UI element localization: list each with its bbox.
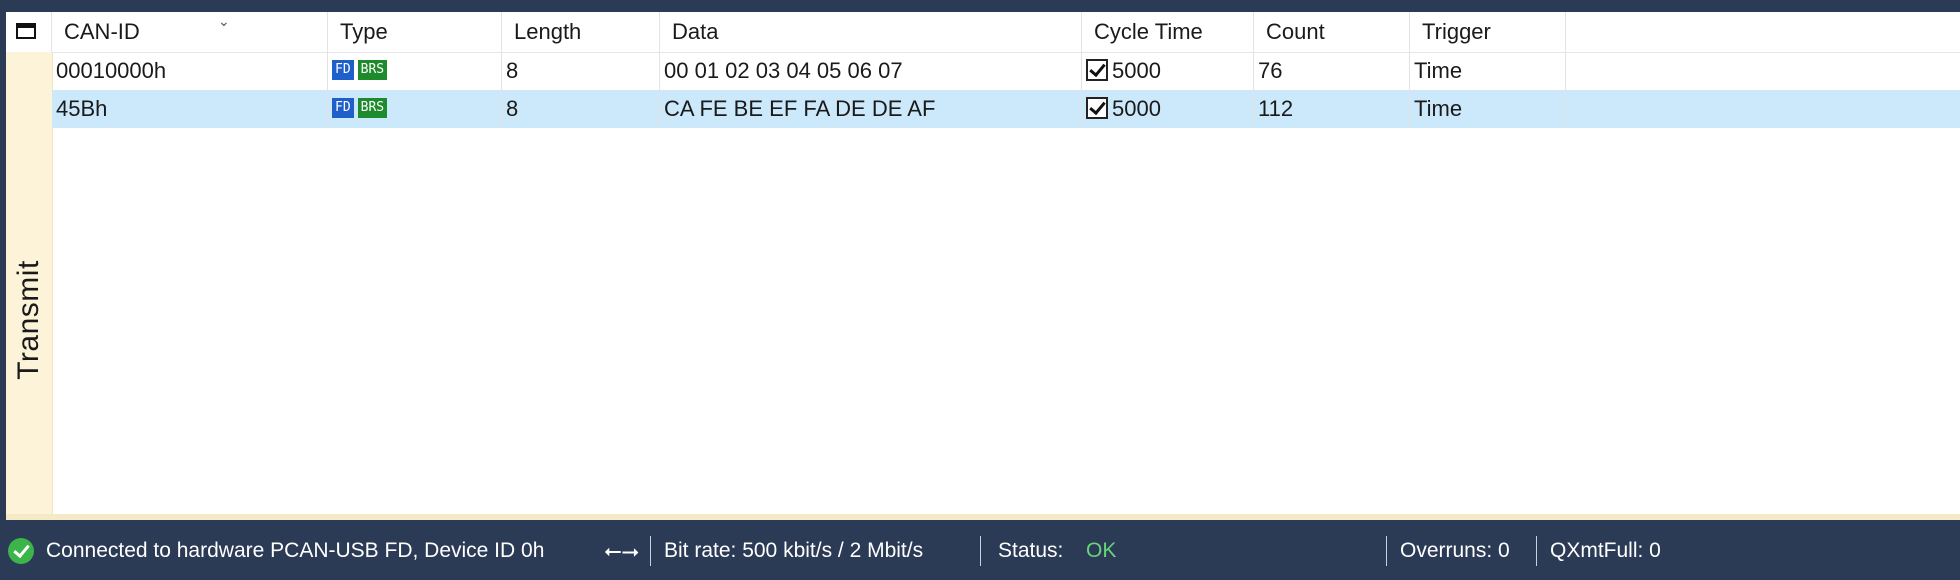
header-count-label: Count — [1266, 19, 1325, 44]
status-divider — [650, 536, 651, 566]
header-cycle-time-label: Cycle Time — [1094, 19, 1203, 44]
side-tab-label: Transmit — [12, 260, 45, 380]
cycle-time-value: 5000 — [1112, 58, 1161, 83]
status-divider — [980, 536, 981, 566]
connection-status: Connected to hardware PCAN-USB FD, Devic… — [46, 539, 545, 562]
cycle-time-value: 5000 — [1112, 96, 1161, 121]
status-value: OK — [1086, 539, 1117, 562]
cell-can-id: 45Bh — [52, 90, 328, 128]
cell-type: FD BRS — [328, 90, 502, 128]
header-length[interactable]: Length — [502, 12, 660, 52]
cell-length: 8 — [502, 90, 660, 128]
column-chooser-button[interactable] — [6, 12, 52, 52]
cell-can-id: 00010000h — [52, 52, 328, 90]
overruns-status: Overruns: 0 — [1400, 539, 1510, 562]
cell-count: 112 — [1254, 90, 1410, 128]
header-type[interactable]: Type — [328, 12, 502, 52]
status-bar: Connected to hardware PCAN-USB FD, Devic… — [0, 522, 1960, 580]
cell-trigger: Time — [1410, 52, 1566, 90]
cell-count: 76 — [1254, 52, 1410, 90]
bitrate-status: Bit rate: 500 kbit/s / 2 Mbit/s — [664, 539, 924, 562]
status-divider — [1386, 536, 1387, 566]
cell-type: FD BRS — [328, 52, 502, 90]
window-bottom-border — [6, 514, 1960, 520]
cell-trigger: Time — [1410, 90, 1566, 128]
header-can-id[interactable]: CAN-ID — [52, 12, 328, 52]
cell-cycle-time: 5000 — [1082, 90, 1254, 128]
window-icon — [16, 23, 36, 39]
transmit-side-tab[interactable]: Transmit — [6, 52, 53, 520]
status-divider — [1536, 536, 1537, 566]
top-strip — [0, 0, 1960, 12]
header-type-label: Type — [340, 19, 388, 44]
cell-data: CA FE BE EF FA DE DE AF — [660, 90, 1082, 128]
header-count[interactable]: Count — [1254, 12, 1410, 52]
cell-data: 00 01 02 03 04 05 06 07 — [660, 52, 1082, 90]
table-row[interactable]: 00010000h FD BRS 8 00 01 02 03 04 05 06 0… — [52, 52, 1960, 90]
cycle-enabled-checkbox[interactable] — [1086, 59, 1108, 82]
header-trigger-label: Trigger — [1422, 19, 1491, 44]
usb-icon: ⭠⭢ — [604, 538, 640, 563]
fd-badge: FD — [332, 60, 354, 81]
transmit-window: CAN-ID ⌄ Type Length Data Cycle Time Cou… — [6, 12, 1960, 520]
check-circle-icon — [8, 538, 34, 564]
header-cycle-time[interactable]: Cycle Time — [1082, 12, 1254, 52]
header-data-label: Data — [672, 19, 719, 44]
cycle-enabled-checkbox[interactable] — [1086, 97, 1108, 120]
header-length-label: Length — [514, 19, 582, 44]
header-can-id-label: CAN-ID — [64, 19, 140, 44]
fd-badge: FD — [332, 98, 354, 119]
header-trigger[interactable]: Trigger — [1410, 12, 1566, 52]
sort-indicator-icon: ⌄ — [218, 13, 230, 29]
cell-length: 8 — [502, 52, 660, 90]
table-row[interactable]: 45Bh FD BRS 8 CA FE BE EF FA DE DE AF 500… — [52, 90, 1960, 128]
cell-cycle-time: 5000 — [1082, 52, 1254, 90]
qxmtfull-status: QXmtFull: 0 — [1550, 539, 1661, 562]
status-label: Status: — [998, 539, 1064, 562]
table-header: CAN-ID ⌄ Type Length Data Cycle Time Cou… — [6, 12, 1960, 53]
brs-badge: BRS — [357, 60, 388, 81]
header-data[interactable]: Data — [660, 12, 1082, 52]
brs-badge: BRS — [357, 98, 388, 119]
